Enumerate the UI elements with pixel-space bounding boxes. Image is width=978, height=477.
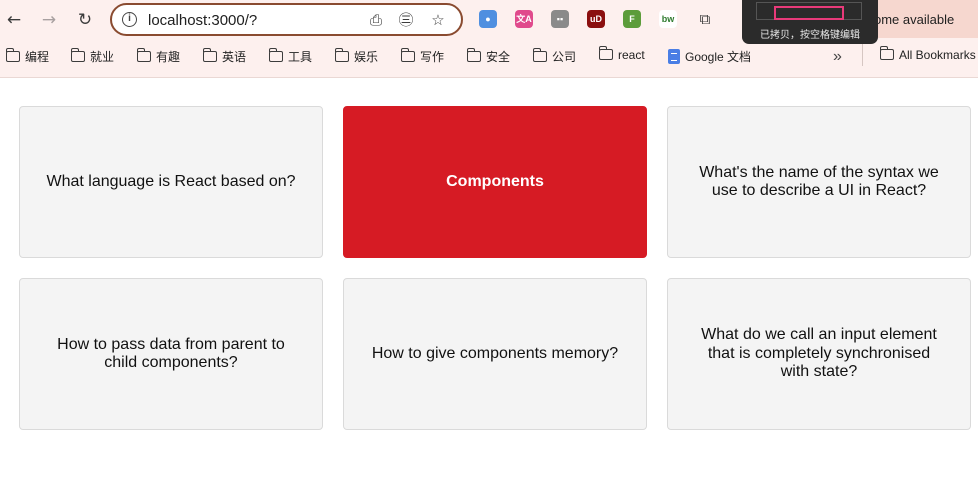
bookmark-label: react bbox=[618, 48, 645, 62]
folder-icon bbox=[334, 48, 349, 62]
url-text[interactable]: localhost:3000/? bbox=[148, 12, 257, 29]
tooltip-text: 已拷贝，按空格键编辑 bbox=[760, 30, 860, 41]
folder-icon bbox=[532, 48, 547, 62]
folder-icon bbox=[879, 46, 894, 60]
bookmark-label: 英语 bbox=[222, 50, 247, 64]
folder-icon bbox=[466, 48, 481, 62]
bookmark-item[interactable]: 娱乐 bbox=[334, 48, 379, 66]
bookmark-item[interactable]: 就业 bbox=[70, 48, 115, 66]
quiz-card[interactable]: What do we call an input element that is… bbox=[667, 278, 971, 430]
bookmark-item[interactable]: Google 文档 bbox=[668, 48, 751, 66]
quiz-card-text: Components bbox=[446, 172, 544, 190]
extensions-puzzle-icon[interactable]: ⧉ bbox=[695, 9, 715, 29]
update-notice-text: ome available bbox=[874, 12, 955, 27]
bookmark-label: 安全 bbox=[486, 50, 511, 64]
quiz-card-text: How to give components memory? bbox=[371, 344, 619, 362]
update-notice[interactable]: ome available bbox=[862, 0, 978, 38]
reload-icon[interactable]: ↻ bbox=[73, 8, 97, 32]
bookmark-item[interactable]: 编程 bbox=[5, 48, 50, 66]
all-bookmarks-label: All Bookmarks bbox=[899, 48, 976, 62]
bookmark-label: 娱乐 bbox=[354, 50, 379, 64]
bookmarks-overflow-icon[interactable]: » bbox=[833, 48, 842, 66]
bookmark-label: 有趣 bbox=[156, 50, 181, 64]
bookmarks-bar: 编程 就业 有趣 英语 工具 娱乐 写作 安全 公司 react Google 文档 bbox=[0, 46, 978, 68]
bookmarks-separator bbox=[862, 44, 863, 66]
quiz-card[interactable]: Components bbox=[343, 106, 647, 258]
quiz-card-text: What's the name of the syntax we use to … bbox=[699, 163, 939, 200]
all-bookmarks-item[interactable]: All Bookmarks bbox=[879, 46, 976, 66]
ublock-extension-icon[interactable]: uD bbox=[587, 10, 605, 28]
quiz-card-text: What language is React based on? bbox=[46, 172, 296, 190]
bookmark-item[interactable]: react bbox=[598, 46, 645, 66]
back-arrow-icon[interactable]: ← bbox=[2, 8, 26, 32]
bw-extension-icon[interactable]: bw bbox=[659, 10, 677, 28]
translate-extension-icon[interactable]: 文A bbox=[515, 10, 533, 28]
folder-icon bbox=[400, 48, 415, 62]
quiz-card-text: How to pass data from parent to child co… bbox=[57, 335, 285, 372]
bookmark-item[interactable]: 英语 bbox=[202, 48, 247, 66]
install-app-icon[interactable]: ⎙ bbox=[366, 10, 386, 30]
quiz-card-text: What do we call an input element that is… bbox=[701, 326, 937, 381]
folder-icon bbox=[136, 48, 151, 62]
folder-icon bbox=[268, 48, 283, 62]
quiz-card[interactable]: What's the name of the syntax we use to … bbox=[667, 106, 971, 258]
folder-icon bbox=[5, 48, 20, 62]
tooltip-highlight bbox=[774, 6, 844, 20]
google-docs-icon bbox=[668, 49, 680, 64]
folder-icon bbox=[70, 48, 85, 62]
quiz-card[interactable]: How to pass data from parent to child co… bbox=[19, 278, 323, 430]
address-bar[interactable]: i localhost:3000/? ⎙ ㊂ ☆ bbox=[110, 3, 463, 36]
bookmark-item[interactable]: 安全 bbox=[466, 48, 511, 66]
colorful-circle-extension-icon[interactable]: ● bbox=[479, 10, 497, 28]
bookmark-item[interactable]: 有趣 bbox=[136, 48, 181, 66]
translate-page-icon[interactable]: ㊂ bbox=[396, 10, 416, 30]
bookmark-label: 写作 bbox=[420, 50, 445, 64]
folder-icon bbox=[202, 48, 217, 62]
folder-icon bbox=[598, 46, 613, 60]
bookmark-item[interactable]: 公司 bbox=[532, 48, 577, 66]
quiz-card[interactable]: How to give components memory? bbox=[343, 278, 647, 430]
bookmark-label: 工具 bbox=[288, 50, 313, 64]
bookmark-item[interactable]: 写作 bbox=[400, 48, 445, 66]
forward-arrow-icon[interactable]: → bbox=[37, 8, 61, 32]
browser-chrome: ← → ↻ i localhost:3000/? ⎙ ㊂ ☆ ● 文A ▪▪ uD Fb… bbox=[0, 0, 978, 78]
site-info-icon[interactable]: i bbox=[122, 12, 137, 27]
bookmark-star-icon[interactable]: ☆ bbox=[428, 10, 448, 30]
tabs-extension-icon[interactable]: ▪▪ bbox=[551, 10, 569, 28]
quiz-card[interactable]: What language is React based on? bbox=[19, 106, 323, 258]
bookmark-label: 编程 bbox=[25, 50, 50, 64]
bookmark-label: 就业 bbox=[90, 50, 115, 64]
copied-tooltip: 已拷贝，按空格键编辑 bbox=[742, 0, 878, 44]
bookmark-label: 公司 bbox=[552, 50, 577, 64]
green-extension-icon[interactable]: F bbox=[623, 10, 641, 28]
bookmark-label: Google 文档 bbox=[685, 50, 752, 64]
bookmark-item[interactable]: 工具 bbox=[268, 48, 313, 66]
